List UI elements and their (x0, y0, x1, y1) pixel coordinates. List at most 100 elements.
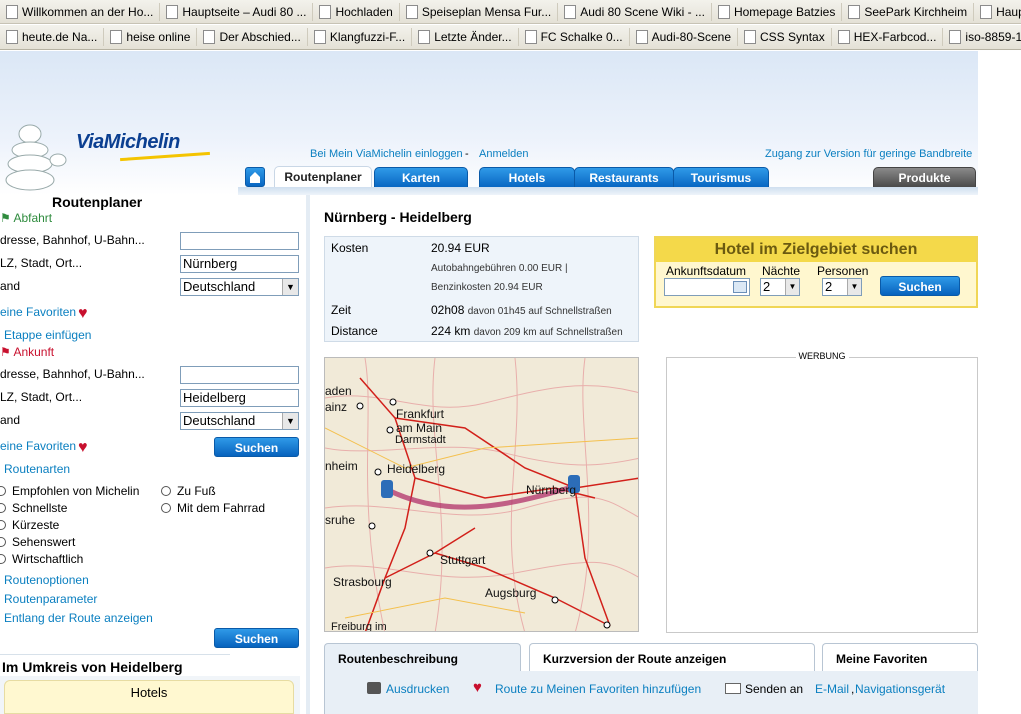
login-link[interactable]: Bei Mein ViaMichelin einloggen (310, 148, 463, 160)
start-country-select[interactable]: Deutschland ▼ (180, 278, 299, 296)
bookmark-item[interactable]: Der Abschied... (197, 28, 308, 46)
low-bandwidth-link[interactable]: Zugang zur Version für geringe Bandbreit… (765, 148, 972, 160)
route-option-michelin[interactable]: Empfohlen von Michelin (0, 484, 139, 498)
page-icon (635, 30, 648, 44)
bookmark-label: Speiseplan Mensa Fur... (421, 4, 552, 19)
link-comma: , (851, 682, 855, 696)
site-icon (203, 30, 216, 44)
routenparameter-link[interactable]: Routenparameter (4, 592, 97, 606)
radio-icon (161, 503, 171, 513)
search-button-2[interactable]: Suchen (214, 628, 299, 648)
tab-tourismus[interactable]: Tourismus (673, 167, 769, 188)
route-actions-bar: Ausdrucken ♥ Route zu Meinen Favoriten h… (324, 671, 978, 714)
bookmark-item[interactable]: Audi-80-Scene (630, 28, 739, 46)
bookmark-item[interactable]: heute.de Na... (0, 28, 105, 46)
bookmark-label: iso-8859-1 - ... (965, 30, 1021, 44)
tab-restaurants[interactable]: Restaurants (574, 167, 674, 188)
distance-value: 224 km (431, 324, 471, 338)
hotels-box[interactable]: Hotels (4, 680, 294, 714)
tab-meine-favoriten[interactable]: Meine Favoriten (822, 643, 978, 672)
favorites-heart-icon: ♥ (78, 439, 88, 456)
etappe-link[interactable]: Etappe einfügen (4, 328, 91, 342)
route-option-walk[interactable]: Zu Fuß (161, 484, 216, 498)
bookmark-item[interactable]: CSS Syntax (738, 28, 832, 46)
home-button[interactable] (245, 167, 265, 187)
bibendum-logo (5, 124, 67, 191)
bookmark-label: heise online (126, 30, 191, 44)
route-option-fastest[interactable]: Schnellste (0, 501, 67, 515)
viamichelin-logo[interactable]: ViaMichelin (76, 131, 180, 154)
dest-city-label: LZ, Stadt, Ort... (0, 390, 83, 404)
route-option-scenic[interactable]: Sehenswert (0, 535, 75, 549)
tab-hotels[interactable]: Hotels (479, 167, 575, 188)
dest-address-input[interactable] (180, 366, 299, 384)
bookmarks-toolbar-1: Willkommen an der Ho... Hauptseite – Audi… (0, 0, 1021, 24)
tab-kurzversion[interactable]: Kurzversion der Route anzeigen (529, 643, 815, 672)
email-link[interactable]: E-Mail (815, 682, 849, 696)
print-link[interactable]: Ausdrucken (386, 682, 449, 696)
hotel-search-button[interactable]: Suchen (880, 276, 960, 296)
calendar-icon[interactable] (733, 281, 747, 293)
route-option-shortest[interactable]: Kürzeste (0, 518, 59, 532)
start-address-input[interactable] (180, 232, 299, 250)
end-flag-icon: ⚑ (0, 345, 11, 359)
dest-favorites-link[interactable]: eine Favoriten ♥ (0, 439, 88, 457)
add-favorites-link[interactable]: Route zu Meinen Favoriten hinzufügen (495, 682, 701, 696)
tab-routenbeschreibung[interactable]: Routenbeschreibung (324, 643, 521, 672)
rss-icon (405, 4, 418, 19)
tab-underline-bar (238, 187, 978, 195)
route-option-economic[interactable]: Wirtschaftlich (0, 552, 83, 566)
bookmark-item[interactable]: Audi 80 Scene Wiki - ... (558, 2, 712, 21)
entlang-route-link[interactable]: Entlang der Route anzeigen (4, 611, 153, 625)
register-link[interactable]: Anmelden (479, 148, 529, 160)
bookmark-item[interactable]: iso-8859-1 - ... (943, 28, 1021, 46)
map-label-mannheim: nheim (325, 459, 358, 473)
favorites-heart-icon: ♥ (473, 679, 482, 696)
persons-select[interactable]: 2 ▼ (822, 278, 862, 296)
heise-icon (110, 30, 123, 44)
dest-country-select[interactable]: Deutschland ▼ (180, 412, 299, 430)
bookmark-item[interactable]: heise online (104, 28, 198, 46)
dest-country-value: Deutschland (183, 413, 256, 428)
routenarten-link[interactable]: Routenarten (4, 462, 70, 476)
hotel-search-title: Hotel im Zielgebiet suchen (656, 238, 976, 262)
navigation-device-link[interactable]: Navigationsgerät (855, 682, 945, 696)
dest-city-input[interactable]: Heidelberg (180, 389, 299, 407)
arrival-date-input[interactable] (664, 278, 750, 296)
page-icon (6, 4, 18, 19)
routenoptionen-link[interactable]: Routenoptionen (4, 573, 89, 587)
bookmark-item[interactable]: Hauptseite – Audi 80 ... (160, 2, 314, 21)
tab-karten[interactable]: Karten (374, 167, 468, 188)
radio-icon (0, 503, 6, 513)
page-right-margin (978, 51, 1021, 714)
search-button[interactable]: Suchen (214, 437, 299, 457)
bookmark-item[interactable]: Willkommen an der Ho... (0, 2, 161, 21)
bookmark-item[interactable]: Hochladen (313, 2, 400, 21)
map-label-freiburg: Freiburg im (331, 621, 387, 632)
bookmark-item[interactable]: SeePark Kirchheim (842, 2, 975, 21)
arrival-label: Ankunftsdatum (666, 264, 747, 278)
link-separator: - (465, 148, 469, 160)
map-label-stuttgart: Stuttgart (440, 553, 486, 567)
route-map[interactable]: aden ainz Frankfurt am Main Darmstadt nh… (324, 357, 639, 632)
bookmark-item[interactable]: Klangfuzzi-F... (308, 28, 413, 46)
dropdown-arrow-icon: ▼ (282, 413, 298, 429)
bookmark-item[interactable]: Speiseplan Mensa Fur... (400, 2, 559, 21)
tab-produkte[interactable]: Produkte (873, 167, 976, 188)
bookmark-item[interactable]: FC Schalke 0... (519, 28, 630, 46)
site-icon (837, 30, 850, 44)
tab-routenplaner[interactable]: Routenplaner (274, 166, 372, 189)
bookmark-item[interactable]: Hauptseite – audi-80.... (974, 3, 1021, 21)
start-city-input[interactable]: Nürnberg (180, 255, 299, 273)
start-favorites-link[interactable]: eine Favoriten ♥ (0, 305, 88, 323)
page-icon (319, 4, 332, 19)
nights-select[interactable]: 2 ▼ (760, 278, 800, 296)
bookmark-item[interactable]: Homepage Batzies (712, 2, 843, 21)
site-icon (949, 30, 962, 44)
map-label-heidelberg: Heidelberg (387, 462, 445, 476)
route-option-bike[interactable]: Mit dem Fahrrad (161, 501, 265, 515)
bookmark-item[interactable]: HEX-Farbcod... (832, 28, 944, 46)
home-icon (250, 172, 260, 183)
dropdown-arrow-icon: ▼ (282, 279, 298, 295)
bookmark-item[interactable]: Letzte Änder... (412, 28, 519, 46)
